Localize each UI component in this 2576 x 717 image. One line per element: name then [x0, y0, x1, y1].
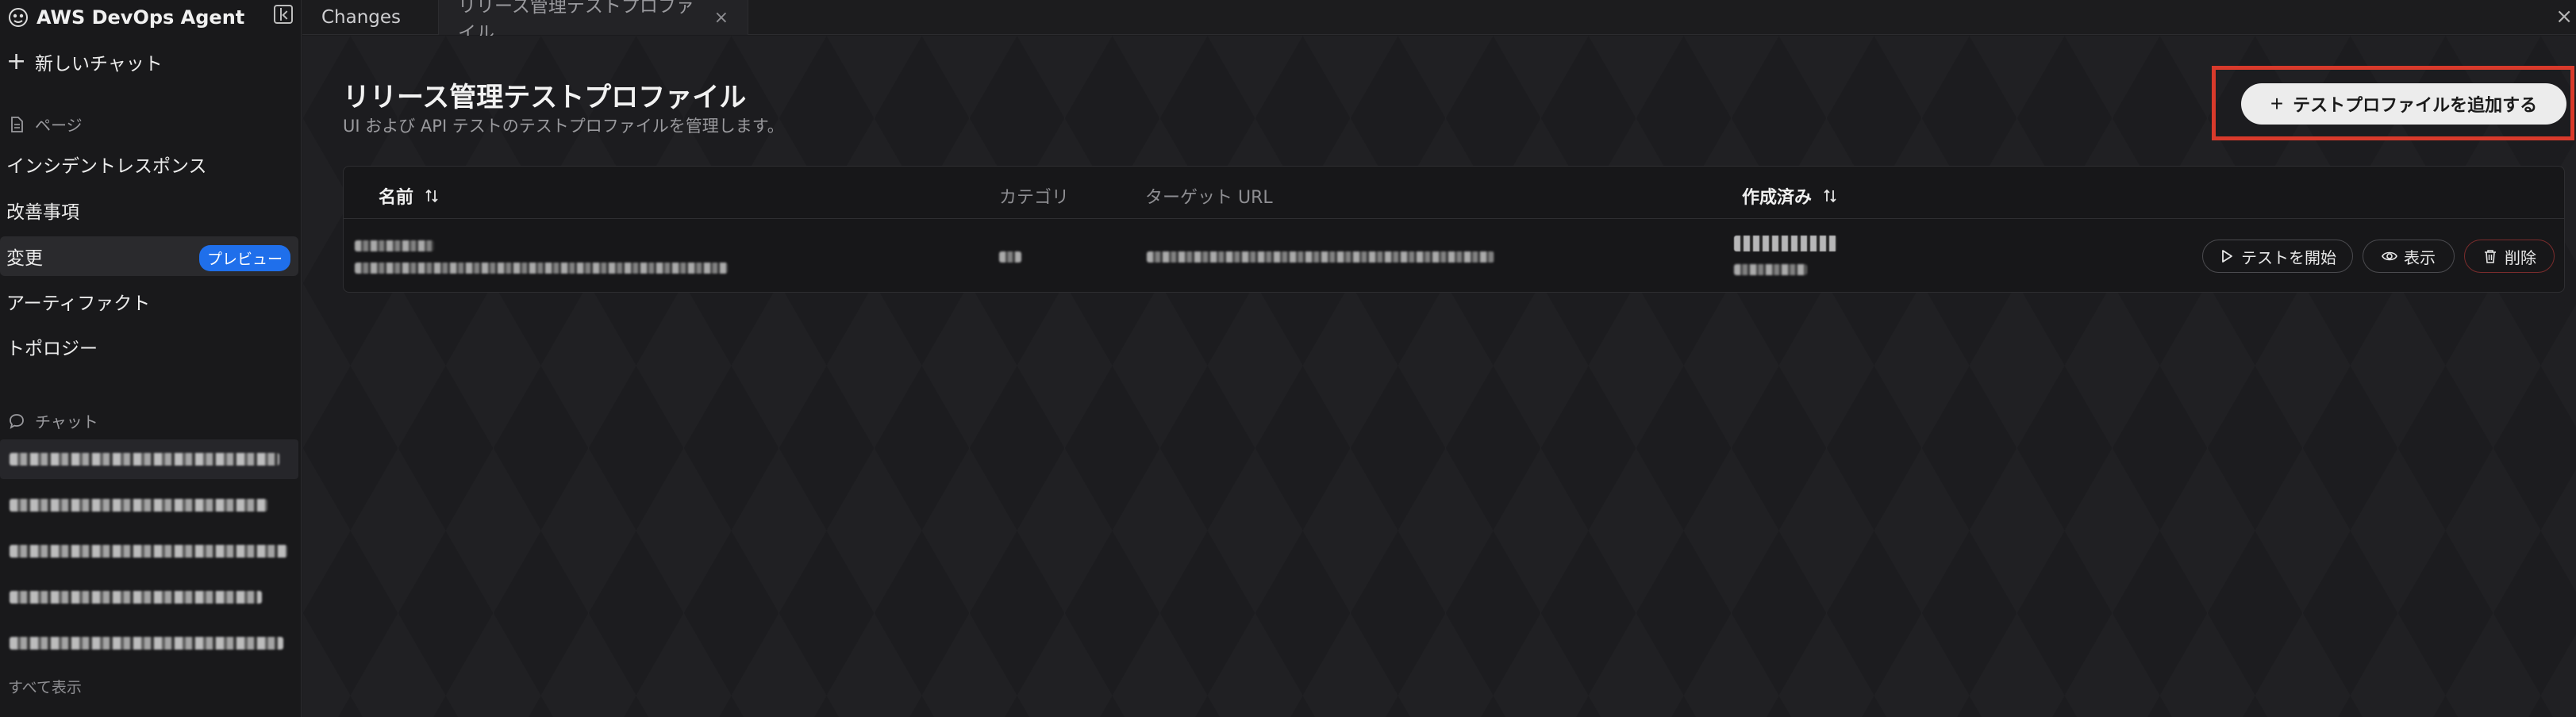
tab-bar: Changes リリース管理テストプロファイル × × — [302, 0, 2576, 44]
collapse-sidebar-icon[interactable] — [274, 5, 293, 24]
chat-history-item[interactable] — [0, 623, 298, 663]
chat-history-item[interactable] — [0, 577, 298, 617]
nav-item-label: アーティファクト — [6, 293, 151, 314]
brand: AWS DevOps Agent — [8, 3, 294, 32]
sort-icon — [1824, 189, 1836, 203]
view-button[interactable]: 表示 — [2363, 240, 2455, 273]
table-row[interactable]: テストを開始 表示 削除 — [344, 220, 2564, 293]
add-test-profile-button[interactable]: + テストプロファイルを追加する — [2241, 83, 2566, 125]
test-profiles-table: 名前 カテゴリ ターゲット URL 作成済み テストを開始 表示 削除 — [343, 166, 2565, 293]
redacted-profile-description — [355, 263, 728, 274]
chat-section-label: チャット — [35, 412, 98, 431]
page-subtitle: UI および API テストのテストプロファイルを管理します。 — [343, 117, 784, 136]
new-chat-button[interactable]: + 新しいチャット — [6, 46, 163, 78]
column-header-created[interactable]: 作成済み — [1742, 183, 1837, 209]
nav-item-label: インシデントレスポンス — [6, 156, 207, 177]
delete-label: 削除 — [2505, 247, 2536, 267]
pages-section-label: ページ — [35, 116, 83, 135]
brand-title: AWS DevOps Agent — [37, 6, 245, 29]
plus-icon: + — [2270, 91, 2284, 116]
column-header-name[interactable]: 名前 — [379, 183, 439, 209]
nav-item-label: 変更 — [6, 248, 43, 269]
redacted-created-time — [1734, 264, 1807, 275]
plus-icon: + — [6, 48, 27, 75]
redacted-category — [999, 251, 1021, 263]
chat-history-item[interactable] — [0, 485, 298, 525]
nav-item-label: 改善事項 — [6, 202, 79, 223]
column-header-label: 名前 — [379, 188, 414, 208]
nav-item-label: トポロジー — [6, 339, 98, 359]
table-header: 名前 カテゴリ ターゲット URL 作成済み — [344, 167, 2564, 219]
redacted-target-url — [1147, 251, 1494, 263]
chat-history-item[interactable] — [0, 439, 298, 479]
chat-history-item[interactable] — [0, 531, 298, 571]
column-header-label: ターゲット URL — [1145, 188, 1273, 208]
tab-release-test-profiles[interactable]: リリース管理テストプロファイル × — [439, 0, 748, 44]
column-header-label: 作成済み — [1742, 188, 1813, 208]
add-button-label: テストプロファイルを追加する — [2293, 95, 2538, 115]
tab-changes[interactable]: Changes — [302, 0, 439, 35]
tab-label: Changes — [321, 7, 402, 28]
nav-item-artifacts[interactable]: アーティファクト — [0, 282, 298, 321]
redacted-chat-title — [10, 637, 283, 650]
trash-icon — [2485, 250, 2496, 263]
close-tab-icon[interactable]: × — [714, 8, 729, 28]
chat-bubble-icon — [10, 413, 24, 429]
view-label: 表示 — [2404, 247, 2436, 267]
preview-badge: プレビュー — [198, 245, 290, 271]
column-header-target-url: ターゲット URL — [1145, 183, 1273, 209]
play-icon — [2222, 250, 2232, 263]
sidebar: AWS DevOps Agent + 新しいチャット ページ インシデントレスポ… — [0, 0, 302, 717]
redacted-profile-name — [355, 240, 434, 251]
nav-item-changes[interactable]: 変更 プレビュー — [0, 236, 298, 276]
redacted-created-date — [1734, 236, 1837, 251]
chat-section-header: チャット — [8, 409, 98, 432]
eye-icon — [2382, 251, 2397, 261]
start-test-button[interactable]: テストを開始 — [2202, 240, 2353, 273]
redacted-chat-title — [10, 499, 267, 512]
pages-section-header: ページ — [8, 113, 83, 136]
redacted-chat-title — [10, 591, 262, 604]
column-header-category: カテゴリ — [999, 183, 1069, 209]
start-test-label: テストを開始 — [2241, 247, 2336, 267]
delete-button[interactable]: 削除 — [2464, 240, 2555, 273]
new-chat-label: 新しいチャット — [35, 54, 163, 75]
column-header-label: カテゴリ — [999, 188, 1070, 208]
redacted-chat-title — [10, 453, 279, 466]
agent-logo-icon — [9, 8, 28, 27]
nav-item-topology[interactable]: トポロジー — [0, 327, 298, 366]
page-title: リリース管理テストプロファイル — [343, 82, 747, 113]
close-icon[interactable]: × — [2555, 5, 2573, 29]
nav-item-incident-response[interactable]: インシデントレスポンス — [0, 144, 298, 184]
nav-item-improvements[interactable]: 改善事項 — [0, 190, 298, 230]
main-content: リリース管理テストプロファイル UI および API テストのテストプロファイル… — [302, 36, 2576, 717]
show-all-link[interactable]: すべて表示 — [8, 676, 82, 697]
redacted-chat-title — [10, 545, 287, 558]
sort-icon — [425, 189, 438, 203]
page-icon — [11, 116, 23, 132]
